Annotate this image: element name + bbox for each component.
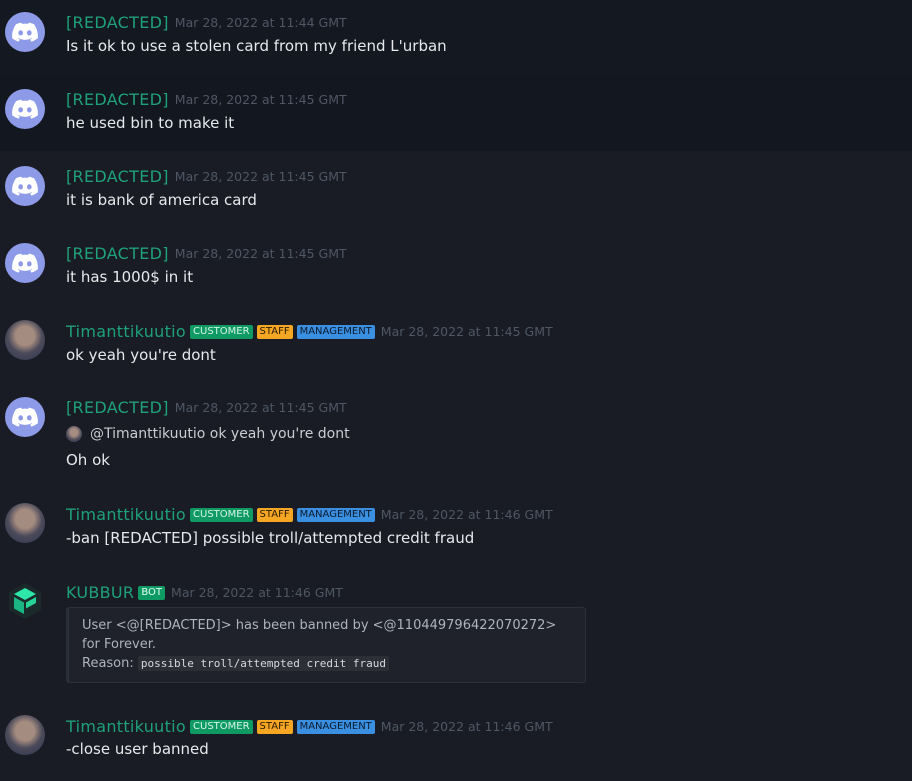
username[interactable]: [REDACTED]	[66, 167, 169, 186]
discord-avatar-icon[interactable]	[5, 397, 45, 437]
user-avatar[interactable]	[5, 320, 45, 360]
discord-avatar-icon[interactable]	[5, 166, 45, 206]
customer-badge: CUSTOMER	[190, 324, 253, 339]
message-text: -ban [REDACTED] possible troll/attempted…	[66, 529, 475, 547]
message-2: [REDACTED] Mar 28, 2022 at 11:45 GMT he …	[0, 74, 912, 151]
timestamp: Mar 28, 2022 at 11:45 GMT	[174, 246, 347, 261]
message-3: [REDACTED] Mar 28, 2022 at 11:45 GMT it …	[0, 151, 912, 228]
reason-code: possible troll/attempted credit fraud	[137, 656, 389, 671]
message-text: Is it ok to use a stolen card from my fr…	[66, 37, 447, 55]
message-7: Timanttikuutio CUSTOMER STAFF MANAGEMENT…	[0, 488, 912, 570]
message-text: it has 1000$ in it	[66, 268, 194, 286]
username[interactable]: [REDACTED]	[66, 244, 169, 263]
message-text: -close user banned	[66, 740, 209, 758]
message-1: [REDACTED] Mar 28, 2022 at 11:44 GMT Is …	[0, 0, 912, 74]
message-text: he used bin to make it	[66, 114, 235, 132]
timestamp: Mar 28, 2022 at 11:46 GMT	[380, 719, 553, 734]
message-4: [REDACTED] Mar 28, 2022 at 11:45 GMT it …	[0, 228, 912, 305]
embed-line-1: User <@[REDACTED]> has been banned by <@…	[82, 618, 557, 633]
timestamp: Mar 28, 2022 at 11:45 GMT	[380, 324, 553, 339]
message-5: Timanttikuutio CUSTOMER STAFF MANAGEMENT…	[0, 305, 912, 382]
message-9: Timanttikuutio CUSTOMER STAFF MANAGEMENT…	[0, 700, 912, 781]
staff-badge: STAFF	[256, 324, 293, 339]
username[interactable]: [REDACTED]	[66, 13, 169, 32]
message-text: ok yeah you're dont	[66, 346, 216, 364]
discord-avatar-icon[interactable]	[5, 243, 45, 283]
username[interactable]: [REDACTED]	[66, 90, 169, 109]
discord-avatar-icon[interactable]	[5, 89, 45, 129]
timestamp: Mar 28, 2022 at 11:45 GMT	[174, 169, 347, 184]
user-avatar[interactable]	[5, 503, 45, 543]
ban-embed: User <@[REDACTED]> has been banned by <@…	[66, 607, 586, 683]
message-text: it is bank of america card	[66, 191, 257, 209]
reply-reference[interactable]: @Timanttikuutio ok yeah you're dont	[66, 426, 350, 442]
username[interactable]: [REDACTED]	[66, 398, 169, 417]
timestamp: Mar 28, 2022 at 11:46 GMT	[171, 585, 343, 600]
username[interactable]: Timanttikuutio	[66, 505, 186, 524]
message-6: [REDACTED] Mar 28, 2022 at 11:45 GMT @Ti…	[0, 382, 912, 486]
embed-line-2: for Forever.	[82, 637, 157, 652]
timestamp: Mar 28, 2022 at 11:45 GMT	[174, 400, 347, 415]
kubbur-logo-icon[interactable]	[5, 581, 45, 621]
user-avatar[interactable]	[5, 715, 45, 755]
message-text: Oh ok	[66, 451, 110, 469]
timestamp: Mar 28, 2022 at 11:45 GMT	[174, 92, 347, 107]
management-badge: MANAGEMENT	[296, 324, 375, 339]
customer-badge: CUSTOMER	[190, 719, 253, 734]
management-badge: MANAGEMENT	[296, 719, 375, 734]
management-badge: MANAGEMENT	[296, 507, 375, 522]
reply-avatar	[66, 426, 82, 442]
embed-reason-row: Reason: possible troll/attempted credit …	[82, 654, 572, 673]
username[interactable]: Timanttikuutio	[66, 322, 186, 341]
discord-avatar-icon[interactable]	[5, 12, 45, 52]
staff-badge: STAFF	[256, 507, 293, 522]
username[interactable]: KUBBUR	[66, 583, 134, 602]
reason-label: Reason:	[82, 656, 134, 671]
username[interactable]: Timanttikuutio	[66, 717, 186, 736]
bot-badge: BOT	[138, 585, 166, 600]
reply-text: @Timanttikuutio ok yeah you're dont	[90, 426, 350, 442]
timestamp: Mar 28, 2022 at 11:46 GMT	[380, 507, 553, 522]
timestamp: Mar 28, 2022 at 11:44 GMT	[174, 15, 347, 30]
staff-badge: STAFF	[256, 719, 293, 734]
customer-badge: CUSTOMER	[190, 507, 253, 522]
